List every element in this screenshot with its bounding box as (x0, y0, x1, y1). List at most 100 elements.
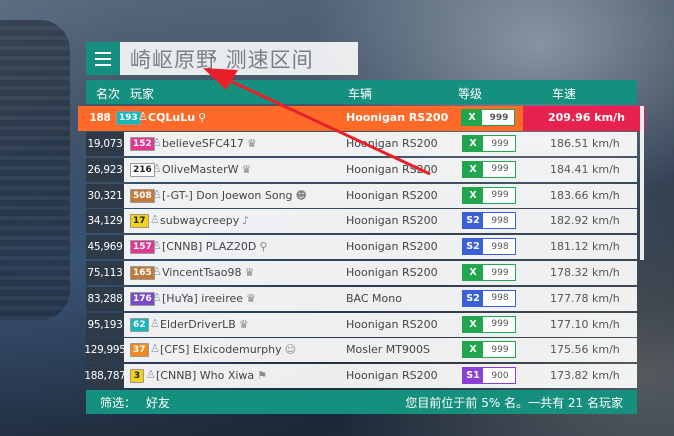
leaderboard-row[interactable]: 188,787 3 ♙ [CNNB] Who Xiwa ⚑ Hoonigan RS200 S… (84, 364, 637, 389)
class-pi: 900 (491, 370, 509, 381)
rank-cell: 30,321 (86, 183, 124, 208)
player-name: ElderDriverLB (160, 317, 236, 331)
filter-control[interactable]: 筛选： 好友 (100, 394, 170, 411)
car-name: Hoonigan RS200 (346, 240, 438, 254)
class-pi: 999 (489, 112, 509, 123)
player-name: believeSFC417 (162, 137, 244, 150)
background-car-grille (0, 20, 70, 320)
rank-cell: 75,113 (86, 261, 124, 285)
pin-icon: ♙ (152, 187, 162, 201)
class-letter: S2 (463, 290, 483, 306)
speed-value: 177.78 km/h (550, 291, 620, 305)
column-header: 名次 玩家 车辆 等级 车速 (86, 80, 637, 104)
player-name: subwaycreepy (160, 214, 240, 228)
car-name: Hoonigan RS200 (346, 162, 438, 176)
speed-value: 183.66 km/h (550, 188, 620, 202)
filter-value: 好友 (145, 396, 170, 410)
performance-class: X 999 (462, 160, 516, 178)
filter-label: 筛选： (100, 396, 137, 410)
leaderboard-row[interactable]: 95,193 62 ♙ ElderDriverLB ♛ Hoonigan RS200 X 99… (86, 312, 637, 337)
performance-class: S1 900 (462, 367, 516, 385)
player-name-cell: [CNNB] Who Xiwa ⚑ (156, 369, 267, 382)
leaderboard-row[interactable]: 26,923 216 ♙ OliveMasterW ♛ Hoonigan RS200 X 99… (86, 157, 637, 182)
leaderboard-row[interactable]: 129,995 37 ♙ [CFS] Elxicodemurphy ☺ Mosler MT… (84, 338, 637, 363)
crown-icon: ♛ (246, 137, 257, 150)
speed-value: 178.32 km/h (550, 266, 620, 279)
player-name: VincentTsao98 (162, 266, 242, 279)
player-name: [CNNB] Who Xiwa (156, 369, 255, 383)
player-name-cell: believeSFC417 ♛ (162, 137, 257, 150)
car-name: Hoonigan RS200 (346, 137, 438, 150)
class-letter: X (463, 265, 483, 280)
column-speed: 车速 (552, 87, 577, 101)
class-letter: X (462, 110, 482, 125)
speed-value: 209.96 km/h (548, 111, 625, 124)
class-letter: X (463, 342, 483, 358)
player-name-cell: [-GT-] Don Joewon Song ☻ (162, 189, 307, 202)
leaderboard-row[interactable]: 34,129 17 ♙ subwaycreepy ♪ Hoonigan RS200 S2 99… (86, 209, 637, 234)
class-letter: X (463, 161, 483, 177)
menu-button[interactable] (86, 42, 120, 75)
performance-class: X 999 (461, 109, 515, 126)
leaderboard-row[interactable]: 30,321 508 ♙ [-GT-] Don Joewon Song ☻ Hooniga… (86, 183, 637, 208)
speed-value: 184.41 km/h (550, 162, 620, 176)
player-name-cell: [CFS] Elxicodemurphy ☺ (160, 343, 296, 356)
column-class: 等级 (458, 87, 483, 101)
pin-icon: ♙ (152, 136, 162, 149)
class-pi: 999 (491, 164, 509, 175)
speed-value: 186.51 km/h (550, 137, 620, 150)
speed-value: 177.10 km/h (550, 317, 620, 331)
player-name-cell: [HuYa] ireeiree ♛ (162, 292, 256, 305)
leaderboard-row[interactable]: 83,288 176 ♙ [HuYa] ireeiree ♛ BAC Mono S2 998 1… (86, 286, 637, 311)
ranking-status: 您目前位于前 5% 名。一共有 21 名玩家 (405, 396, 623, 410)
rank-cell: 83,288 (86, 286, 124, 311)
class-letter: S1 (463, 368, 483, 384)
player-name-cell: CQLuLu ⚲ (148, 111, 206, 124)
car-name: Hoonigan RS200 (346, 214, 438, 228)
crown-icon: ♛ (241, 162, 252, 176)
speed-value: 181.12 km/h (550, 240, 620, 254)
car-name: Mosler MT900S (346, 343, 430, 357)
pin-icon: ♙ (146, 368, 156, 382)
leaderboard-row-self[interactable]: 188 193 ♙ CQLuLu ⚲ Hoonigan RS200 X 999 209.96 k… (78, 106, 645, 131)
leaderboard-row[interactable]: 45,969 157 ♙ [CNNB] PLAZ20D ⚲ Hoonigan RS200 S… (86, 235, 637, 260)
scrollbar[interactable] (640, 106, 644, 260)
search-icon: ⚲ (198, 111, 207, 124)
class-pi: 998 (491, 293, 509, 304)
player-name-cell: VincentTsao98 ♛ (162, 266, 254, 279)
performance-class: S2 998 (462, 238, 516, 256)
class-letter: S2 (463, 239, 483, 255)
player-name: CQLuLu (148, 111, 196, 124)
car-name: Hoonigan RS200 (346, 188, 438, 202)
pin-icon: ♙ (150, 213, 160, 227)
player-name-cell: OliveMasterW ♛ (162, 163, 251, 176)
pin-icon: ♙ (152, 239, 162, 253)
car-name: Hoonigan RS200 (346, 111, 449, 124)
rank-cell: 45,969 (86, 235, 124, 260)
performance-class: X 999 (462, 186, 516, 204)
car-name: BAC Mono (346, 291, 402, 305)
crown-icon: ♛ (246, 291, 256, 305)
class-pi: 998 (491, 241, 509, 252)
performance-class: X 999 (462, 315, 516, 333)
player-name-cell: ElderDriverLB ♛ (160, 318, 249, 331)
speed-value: 173.82 km/h (550, 369, 620, 383)
rank-cell: 129,995 (84, 338, 126, 363)
player-name: [CNNB] PLAZ20D (162, 240, 257, 254)
rank-cell: 19,073 (86, 132, 124, 156)
column-rank: 名次 (96, 87, 121, 101)
class-pi: 999 (491, 190, 509, 201)
crown-icon: ♛ (244, 266, 255, 279)
player-name: [HuYa] ireeiree (162, 291, 244, 305)
class-letter: X (463, 316, 483, 332)
pin-icon: ♙ (150, 342, 160, 356)
pin-icon: ♙ (152, 265, 162, 278)
player-name: [-GT-] Don Joewon Song (162, 188, 293, 202)
driver-level-badge: 3 (130, 369, 144, 384)
leaderboard-row[interactable]: 75,113 165 ♙ VincentTsao98 ♛ Hoonigan RS200 X 9… (86, 261, 637, 285)
class-letter: X (463, 136, 483, 151)
leaderboard-row[interactable]: 19,073 152 ♙ believeSFC417 ♛ Hoonigan RS200 X 9… (86, 132, 637, 156)
performance-class: X 999 (462, 341, 516, 359)
horn-icon: ♪ (242, 214, 250, 228)
crown-icon: ♛ (238, 317, 249, 331)
